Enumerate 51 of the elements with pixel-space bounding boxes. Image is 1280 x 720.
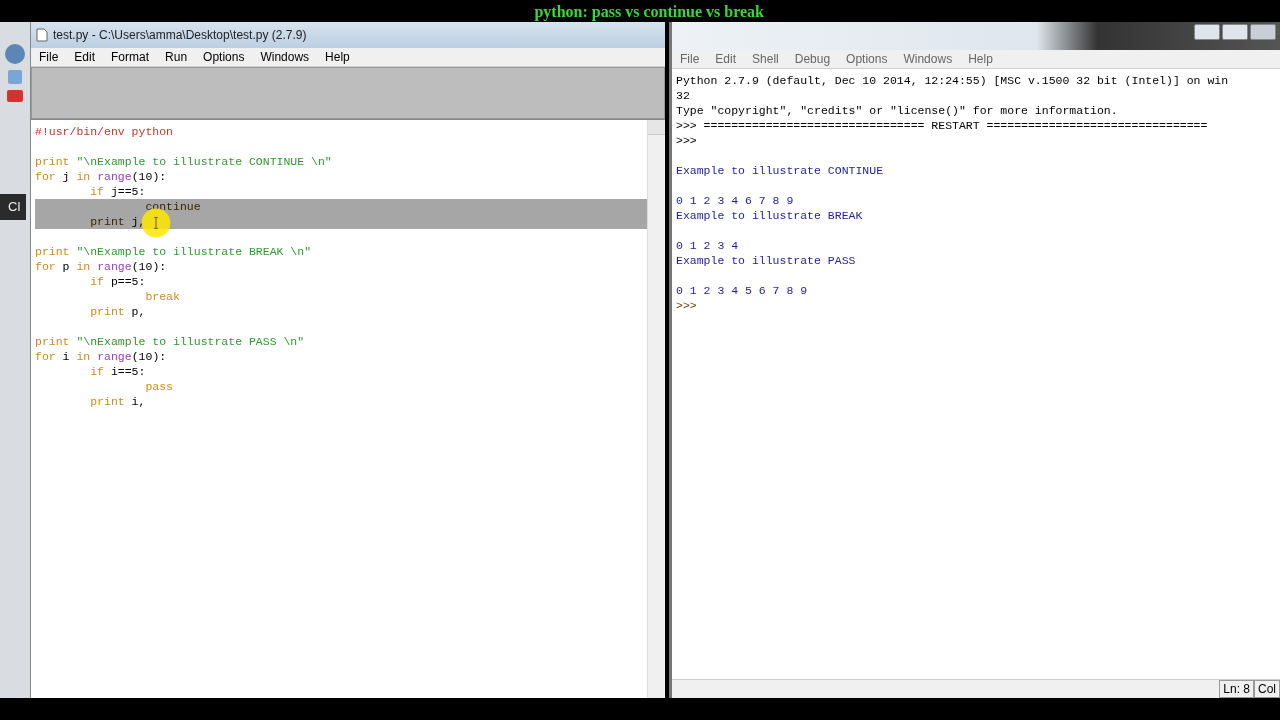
shell-output-line: 0 1 2 3 4 6 7 8 9 bbox=[676, 194, 794, 207]
code-line: for i in range(10): bbox=[35, 349, 168, 364]
menu-item[interactable]: Debug bbox=[794, 52, 831, 66]
minimize-button[interactable] bbox=[1194, 24, 1220, 40]
menu-item[interactable]: Edit bbox=[715, 52, 737, 66]
shell-output-line: 32 bbox=[676, 89, 690, 102]
menu-item[interactable]: Edit bbox=[74, 50, 96, 64]
status-field: Col bbox=[1254, 680, 1280, 698]
code-line: print "\nExample to illustrate BREAK \n" bbox=[35, 244, 313, 259]
close-button[interactable] bbox=[1250, 24, 1276, 40]
maximize-button[interactable] bbox=[1222, 24, 1248, 40]
window-title: test.py - C:\Users\amma\Desktop\test.py (2.7.9) bbox=[53, 28, 307, 42]
menu-item[interactable]: Shell bbox=[752, 52, 779, 66]
code-line: print "\nExample to illustrate PASS \n" bbox=[35, 334, 306, 349]
menu-item[interactable]: Options bbox=[203, 50, 245, 64]
shell-output-line: Type "copyright", "credits" or "license()" for more information. bbox=[676, 104, 1118, 117]
code-line: print "\nExample to illustrate CONTINUE \n" bbox=[35, 154, 333, 169]
code-line: pass bbox=[144, 379, 175, 394]
code-line: if j==5: bbox=[89, 184, 147, 199]
menu-item[interactable]: File bbox=[680, 52, 700, 66]
shell-output-line: >>> ================================ RESTART ================================ bbox=[676, 119, 1208, 132]
shell-output-line: Example to illustrate BREAK bbox=[676, 209, 863, 222]
status-field: Ln: 8 bbox=[1219, 680, 1254, 698]
code-line: break bbox=[144, 289, 181, 304]
menu-item[interactable]: Help bbox=[325, 50, 350, 64]
tooltip: Cl bbox=[0, 194, 26, 220]
menu-item[interactable]: Options bbox=[846, 52, 888, 66]
shell-output-line: >>> bbox=[676, 299, 697, 312]
shell-output-line: Example to illustrate CONTINUE bbox=[676, 164, 884, 177]
menu-item[interactable]: File bbox=[39, 50, 59, 64]
document-icon bbox=[35, 28, 49, 42]
code-line: #!usr/bin/env python bbox=[35, 124, 175, 139]
code-line: print i, bbox=[89, 394, 147, 409]
menu-item[interactable]: Format bbox=[111, 50, 150, 64]
menu-item[interactable]: Run bbox=[165, 50, 188, 64]
app-icon[interactable] bbox=[5, 44, 25, 64]
code-line: if i==5: bbox=[89, 364, 147, 379]
shell-output-line: 0 1 2 3 4 5 6 7 8 9 bbox=[676, 284, 808, 297]
menu-item[interactable]: Windows bbox=[903, 52, 953, 66]
shell-output-line: Python 2.7.9 (default, Dec 10 2014, 12:24:55) [MSC v.1500 32 bit (Intel)] on win bbox=[676, 74, 1229, 87]
menu-item[interactable]: Windows bbox=[260, 50, 310, 64]
cursor-highlight-icon bbox=[141, 208, 171, 238]
shell-output-line: >>> bbox=[676, 134, 697, 147]
code-line: if p==5: bbox=[89, 274, 147, 289]
scrollbar[interactable] bbox=[647, 120, 665, 698]
menu-item[interactable]: Help bbox=[968, 52, 993, 66]
code-line: for p in range(10): bbox=[35, 259, 168, 274]
code-line: for j in range(10): bbox=[35, 169, 168, 184]
code-line: print p, bbox=[89, 304, 147, 319]
shell-output-line: 0 1 2 3 4 bbox=[676, 239, 739, 252]
shell-output-line: Example to illustrate PASS bbox=[676, 254, 856, 267]
